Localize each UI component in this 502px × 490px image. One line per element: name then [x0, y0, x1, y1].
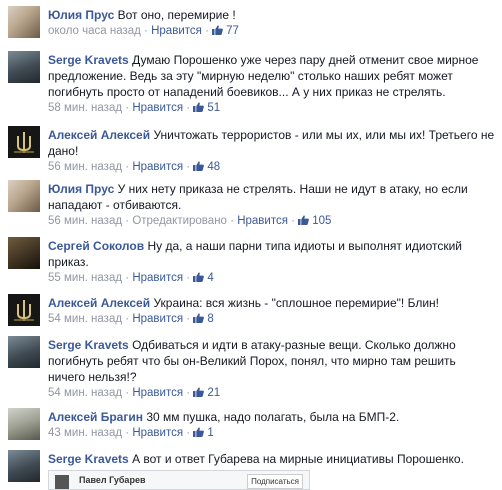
comment-time[interactable]: 43 мин. назад	[48, 427, 122, 439]
like-button[interactable]: Нравится	[132, 272, 183, 284]
comment-author[interactable]: Serge Kravets	[48, 53, 129, 67]
comment-text: Украина: вся жизнь - "сплошное перемирие…	[153, 296, 439, 310]
thumbs-up-icon	[193, 427, 205, 437]
thumbs-up-icon	[193, 272, 205, 282]
comment-author[interactable]: Serge Kravets	[48, 338, 129, 352]
comment-text: Вот оно, перемирие !	[117, 8, 236, 22]
user-avatar[interactable]	[8, 237, 40, 269]
comment-author[interactable]: Алексей Алексей	[48, 128, 150, 142]
thumbs-up-icon	[298, 215, 310, 225]
user-avatar[interactable]	[8, 6, 40, 38]
comment-author[interactable]: Алексей Брагин	[48, 410, 143, 424]
comment-text: 30 мм пушка, надо полагать, была на БМП-…	[146, 410, 400, 424]
comment-time[interactable]: 56 мин. назад	[48, 215, 122, 227]
like-button[interactable]: Нравится	[132, 313, 183, 325]
thumbs-up-icon	[193, 313, 205, 323]
subscribe-button[interactable]: Подписаться	[247, 474, 303, 489]
user-avatar[interactable]	[8, 126, 40, 158]
like-button[interactable]: Нравится	[237, 215, 288, 227]
embedded-avatar	[55, 475, 69, 489]
thumbs-up-icon	[212, 25, 223, 35]
like-button[interactable]: Нравится	[132, 427, 183, 439]
comment-meta: 58 мин. назад · Нравится · 51	[48, 102, 221, 114]
comment-meta: 55 мин. назад · Нравится · 4	[48, 272, 214, 284]
comment-time[interactable]: 56 мин. назад	[48, 161, 122, 173]
comment-meta: 56 мин. назад · Нравится · 48	[48, 161, 221, 173]
comment-text: А вот и ответ Губарева на мирные инициат…	[132, 452, 464, 466]
trident-emblem-icon	[8, 294, 40, 326]
like-button[interactable]: Нравится	[151, 25, 202, 37]
likes-count[interactable]: 8	[193, 313, 214, 325]
like-button[interactable]: Нравится	[132, 102, 183, 114]
comment-author[interactable]: Serge Kravets	[48, 452, 129, 466]
comment-meta: 43 мин. назад · Нравится · 1	[48, 427, 214, 439]
user-avatar[interactable]	[8, 294, 40, 326]
comment-time[interactable]: 55 мин. назад	[48, 272, 122, 284]
likes-count[interactable]: 4	[193, 272, 214, 284]
comment-meta: 56 мин. назад · Отредактировано · Нравит…	[48, 215, 332, 227]
like-button[interactable]: Нравится	[132, 161, 183, 173]
comment-time[interactable]: 54 мин. назад	[48, 387, 122, 399]
trident-emblem-icon	[8, 126, 40, 158]
thumbs-up-icon	[193, 102, 205, 112]
likes-count[interactable]: 77	[212, 25, 239, 37]
user-avatar[interactable]	[8, 336, 40, 368]
comment-meta: около часа назад · Нравится · 77	[48, 25, 239, 37]
thumbs-up-icon	[193, 161, 205, 171]
embedded-post-preview[interactable]: Павел Губарев Подписаться	[48, 470, 310, 490]
likes-count[interactable]: 48	[193, 161, 220, 173]
user-avatar[interactable]	[8, 180, 40, 212]
comment-time[interactable]: 58 мин. назад	[48, 102, 122, 114]
likes-count[interactable]: 21	[193, 387, 220, 399]
comment-author[interactable]: Алексей Алексей	[48, 296, 150, 310]
likes-count[interactable]: 105	[298, 215, 331, 227]
likes-count[interactable]: 51	[193, 102, 220, 114]
comment-author[interactable]: Юлия Прус	[48, 8, 114, 22]
edited-label[interactable]: Отредактировано	[132, 215, 227, 227]
comment-author[interactable]: Юлия Прус	[48, 182, 114, 196]
user-avatar[interactable]	[8, 450, 40, 482]
comment-author[interactable]: Сергей Соколов	[48, 239, 144, 253]
comment-meta: 54 мин. назад · Нравится · 8	[48, 313, 214, 325]
likes-count[interactable]: 1	[193, 427, 214, 439]
comment-time[interactable]: около часа назад	[48, 25, 141, 37]
user-avatar[interactable]	[8, 51, 40, 83]
comment-meta: 54 мин. назад · Нравится · 21	[48, 387, 221, 399]
like-button[interactable]: Нравится	[132, 387, 183, 399]
comment-time[interactable]: 54 мин. назад	[48, 313, 122, 325]
user-avatar[interactable]	[8, 408, 40, 440]
thumbs-up-icon	[193, 387, 205, 397]
